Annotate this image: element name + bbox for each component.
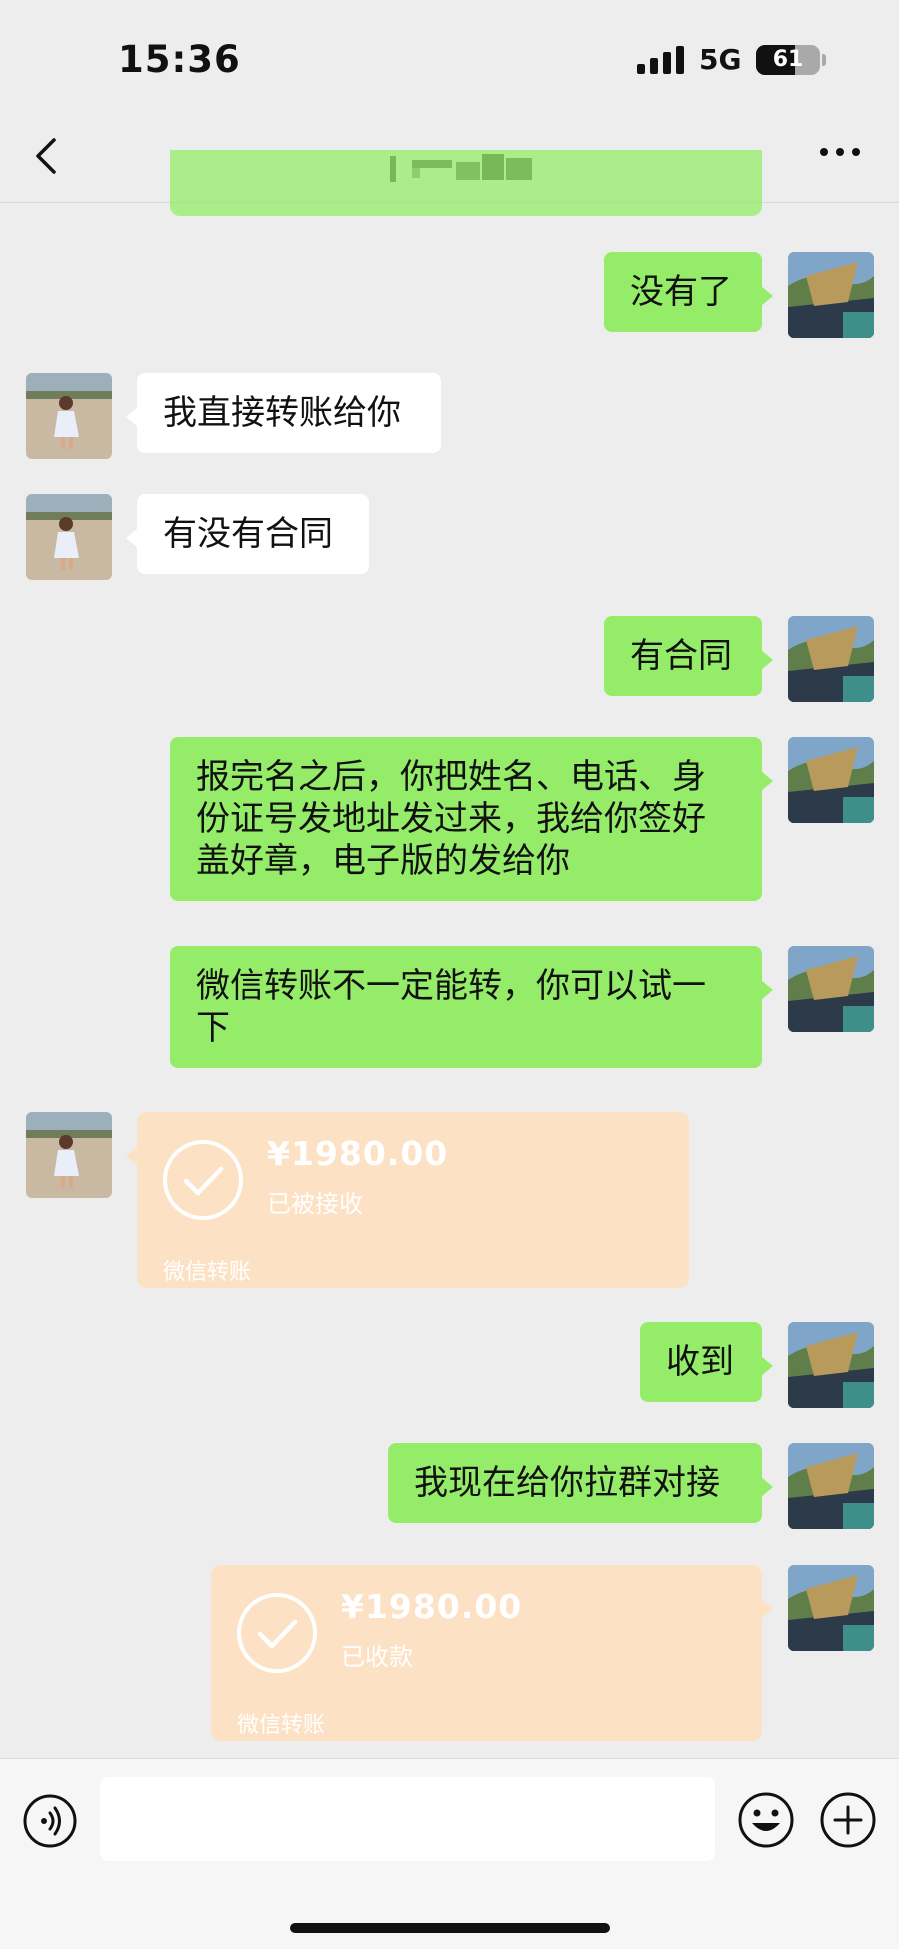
transfer-label: 微信转账 — [163, 1260, 252, 1285]
home-indicator[interactable] — [290, 1923, 610, 1933]
message-bubble-outgoing[interactable]: 没有了 — [604, 252, 773, 332]
emoji-icon[interactable] — [737, 1791, 795, 1849]
message-bubble-outgoing[interactable]: 我现在给你拉群对接 — [388, 1443, 773, 1523]
transfer-label: 微信转账 — [237, 1713, 326, 1738]
transfer-status: 已被接收 — [267, 1190, 363, 1218]
transfer-amount: ¥1980.00 — [341, 1587, 523, 1626]
more-dots-icon[interactable] — [818, 142, 862, 162]
avatar-self-image — [788, 1322, 874, 1408]
message-bubble-outgoing[interactable]: 收到 — [640, 1322, 773, 1402]
avatar-contact-image — [26, 1112, 112, 1198]
avatar-self[interactable] — [788, 252, 874, 338]
message-bubble-incoming[interactable]: 有没有合同 — [126, 494, 369, 574]
message-bubble-outgoing[interactable]: 报完名之后，你把姓名、电话、身份证号发地址发过来，我给你签好盖好章，电子版的发给… — [170, 737, 773, 901]
avatar-self[interactable] — [788, 616, 874, 702]
message-text: 没有了 — [630, 272, 732, 312]
message-input[interactable] — [100, 1777, 715, 1861]
plus-icon[interactable] — [819, 1791, 877, 1849]
partial-message-bubble — [170, 150, 762, 216]
battery-icon: 61 — [756, 45, 820, 75]
status-bar: 15:36 5G 61 — [0, 0, 899, 110]
avatar-contact-image — [26, 494, 112, 580]
avatar-contact[interactable] — [26, 494, 112, 580]
avatar-self[interactable] — [788, 1565, 874, 1651]
chevron-left-icon[interactable] — [28, 136, 68, 176]
voice-icon[interactable] — [22, 1793, 78, 1849]
input-bar — [0, 1758, 899, 1949]
message-text: 有没有合同 — [163, 514, 333, 554]
message-text: 收到 — [666, 1342, 734, 1382]
avatar-self-image — [788, 252, 874, 338]
check-circle-icon — [163, 1140, 243, 1220]
avatar-self-image — [788, 1443, 874, 1529]
message-bubble-outgoing[interactable]: 有合同 — [604, 616, 773, 696]
avatar-self-image — [788, 946, 874, 1032]
signal-icon — [637, 46, 684, 74]
avatar-contact[interactable] — [26, 1112, 112, 1198]
avatar-self[interactable] — [788, 737, 874, 823]
network-type: 5G — [699, 43, 742, 76]
transfer-amount: ¥1980.00 — [267, 1134, 449, 1173]
message-bubble-incoming[interactable]: 我直接转账给你 — [126, 373, 441, 453]
transfer-status: 已收款 — [341, 1643, 413, 1671]
avatar-self-image — [788, 1565, 874, 1651]
battery-tip — [822, 54, 826, 66]
transfer-card[interactable]: ¥1980.00 已收款 微信转账 — [211, 1565, 773, 1741]
message-bubble-outgoing[interactable]: 微信转账不一定能转，你可以试一下 — [170, 946, 773, 1068]
avatar-self[interactable] — [788, 1443, 874, 1529]
message-text: 有合同 — [630, 636, 732, 676]
avatar-self-image — [788, 737, 874, 823]
avatar-contact[interactable] — [26, 373, 112, 459]
status-time: 15:36 — [118, 38, 241, 81]
battery-level: 61 — [772, 47, 804, 72]
avatar-self[interactable] — [788, 946, 874, 1032]
message-text: 我现在给你拉群对接 — [414, 1463, 720, 1503]
avatar-self[interactable] — [788, 1322, 874, 1408]
message-text: 微信转账不一定能转，你可以试一下 — [196, 966, 706, 1048]
avatar-self-image — [788, 616, 874, 702]
avatar-contact-image — [26, 373, 112, 459]
transfer-card[interactable]: ¥1980.00 已被接收 微信转账 — [126, 1112, 689, 1288]
check-circle-icon — [237, 1593, 317, 1673]
message-text: 我直接转账给你 — [163, 393, 401, 433]
message-text: 报完名之后，你把姓名、电话、身份证号发地址发过来，我给你签好盖好章，电子版的发给… — [196, 757, 706, 881]
